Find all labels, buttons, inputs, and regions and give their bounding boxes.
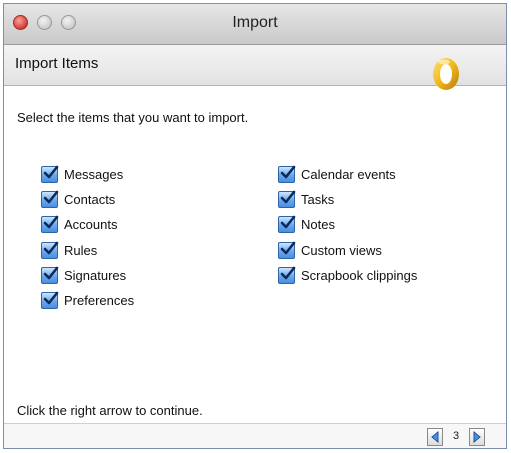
page-number: 3 — [452, 430, 460, 442]
checkmark-icon — [280, 266, 296, 279]
item-calendar-events[interactable]: Calendar events — [278, 164, 396, 184]
checkbox-calendar-events[interactable] — [278, 165, 296, 183]
item-label: Notes — [301, 216, 335, 232]
item-label: Signatures — [64, 267, 127, 283]
left-arrow-icon — [431, 431, 439, 443]
item-scrapbook-clippings[interactable]: Scrapbook clippings — [278, 265, 417, 285]
checkmark-icon — [43, 215, 59, 228]
checkbox-scrapbook-clippings[interactable] — [278, 266, 296, 284]
checkmark-icon — [43, 165, 59, 178]
previous-page-button[interactable] — [427, 428, 443, 446]
instruction-text: Select the items that you want to import… — [17, 110, 249, 125]
item-label: Rules — [64, 242, 98, 258]
checkbox-tasks[interactable] — [278, 190, 296, 208]
continue-hint: Click the right arrow to continue. — [17, 403, 203, 418]
checkmark-icon — [280, 241, 296, 254]
item-tasks[interactable]: Tasks — [278, 189, 334, 209]
item-rules[interactable]: Rules — [41, 240, 97, 260]
item-label: Calendar events — [301, 166, 396, 182]
item-label: Preferences — [64, 292, 135, 308]
checkmark-icon — [280, 215, 296, 228]
right-arrow-icon — [473, 431, 481, 443]
item-label: Tasks — [301, 191, 335, 207]
item-label: Scrapbook clippings — [301, 267, 418, 283]
checkmark-icon — [280, 190, 296, 203]
checkbox-messages[interactable] — [41, 165, 59, 183]
checkbox-notes[interactable] — [278, 215, 296, 233]
window-title: Import — [232, 14, 278, 31]
item-label: Contacts — [64, 191, 116, 207]
checkmark-icon — [43, 291, 59, 304]
checkbox-custom-views[interactable] — [278, 241, 296, 259]
checkbox-rules[interactable] — [41, 241, 59, 259]
title-bar: Import — [4, 4, 506, 45]
item-label: Custom views — [301, 242, 382, 258]
section-title: Import Items — [15, 55, 99, 72]
checkbox-preferences[interactable] — [41, 291, 59, 309]
checkmark-icon — [43, 190, 59, 203]
item-accounts[interactable]: Accounts — [41, 214, 117, 234]
item-notes[interactable]: Notes — [278, 214, 335, 234]
checkmark-icon — [43, 266, 59, 279]
item-messages[interactable]: Messages — [41, 164, 123, 184]
checkmark-icon — [280, 165, 296, 178]
outlook-o-logo-icon — [433, 58, 459, 90]
next-page-button[interactable] — [469, 428, 485, 446]
checkbox-accounts[interactable] — [41, 215, 59, 233]
item-preferences[interactable]: Preferences — [41, 290, 134, 310]
item-contacts[interactable]: Contacts — [41, 189, 115, 209]
item-label: Accounts — [64, 216, 118, 232]
import-window: Import Import Items Select the items tha… — [3, 3, 507, 449]
item-custom-views[interactable]: Custom views — [278, 240, 382, 260]
checkbox-signatures[interactable] — [41, 266, 59, 284]
item-signatures[interactable]: Signatures — [41, 265, 126, 285]
checkbox-contacts[interactable] — [41, 190, 59, 208]
checkmark-icon — [43, 241, 59, 254]
item-label: Messages — [64, 166, 124, 182]
